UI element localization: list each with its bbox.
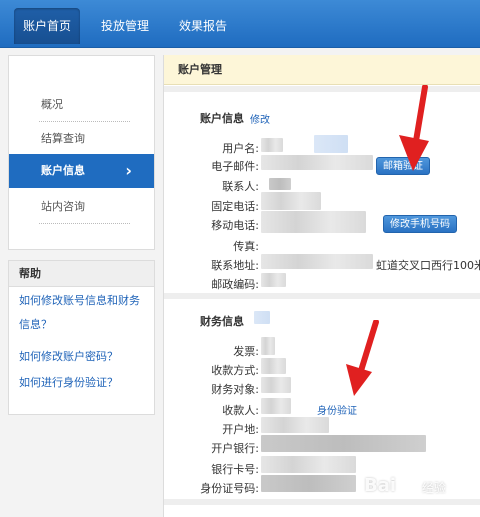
tab-performance-report[interactable]: 效果报告 bbox=[170, 8, 236, 44]
help-title: 帮助 bbox=[9, 261, 154, 287]
label-finance-target: 财务对象: bbox=[211, 383, 259, 396]
label-payee: 收款人: bbox=[222, 404, 259, 417]
baidu-watermark: Bai 经验 bbox=[358, 469, 478, 509]
tab-campaign-management[interactable]: 投放管理 bbox=[92, 8, 158, 44]
label-bank: 开户银行: bbox=[211, 442, 259, 455]
label-invoice: 发票: bbox=[233, 345, 259, 358]
help-link-identity-verify[interactable]: 如何进行身份验证？ bbox=[19, 371, 149, 395]
verify-identity-link[interactable]: 身份验证 bbox=[317, 402, 357, 417]
account-section-title: 账户信息 bbox=[200, 112, 244, 125]
red-arrow-annotation bbox=[399, 85, 429, 171]
blurred-value bbox=[261, 211, 366, 233]
blurred-value bbox=[261, 192, 321, 210]
label-fax: 传真: bbox=[233, 240, 259, 253]
blurred-value bbox=[261, 417, 329, 433]
sidebar-item-label: 结算查询 bbox=[41, 132, 85, 145]
blurred-value bbox=[261, 377, 291, 393]
label-landline: 固定电话: bbox=[211, 200, 259, 213]
label-mobile: 移动电话: bbox=[211, 219, 259, 232]
label-username: 用户名: bbox=[222, 142, 259, 155]
sidebar-item-site-inquiry[interactable]: 站内咨询 bbox=[9, 190, 154, 224]
sidebar-item-label: 站内咨询 bbox=[41, 200, 85, 213]
watermark-brand: Bai bbox=[364, 475, 397, 496]
blurred-value bbox=[261, 155, 373, 170]
blurred-value bbox=[261, 358, 286, 374]
blurred-value bbox=[261, 273, 286, 287]
help-link-edit-info[interactable]: 如何修改账号信息和财务信息？ bbox=[19, 289, 149, 337]
blurred-value bbox=[261, 337, 275, 355]
top-nav: 账户首页 投放管理 效果报告 bbox=[0, 0, 480, 48]
section-gap bbox=[164, 293, 480, 299]
blurred-value bbox=[261, 456, 356, 473]
label-id-number: 身份证号码: bbox=[200, 482, 259, 495]
address-value: 虹道交叉口西行100米 bbox=[376, 259, 480, 272]
page-title: 账户管理 bbox=[164, 55, 480, 85]
sidebar: 概况 结算查询 账户信息 › 站内咨询 bbox=[8, 55, 155, 250]
label-bank-location: 开户地: bbox=[222, 423, 259, 436]
blurred-value bbox=[261, 138, 283, 152]
blurred-value bbox=[269, 178, 291, 190]
blurred-value bbox=[254, 311, 270, 324]
label-payment-method: 收款方式: bbox=[211, 364, 259, 377]
sidebar-item-account-info[interactable]: 账户信息 › bbox=[9, 154, 154, 188]
sidebar-item-label: 账户信息 bbox=[41, 164, 85, 177]
finance-section-title: 财务信息 bbox=[200, 315, 244, 328]
sidebar-item-overview[interactable]: 概况 bbox=[9, 88, 154, 122]
watermark-suffix: 经验 bbox=[422, 481, 447, 495]
label-contact: 联系人: bbox=[222, 180, 259, 193]
label-card-number: 银行卡号: bbox=[211, 463, 259, 476]
blurred-value bbox=[261, 475, 356, 492]
sidebar-item-settlement[interactable]: 结算查询 bbox=[9, 122, 154, 156]
chevron-right-icon: › bbox=[125, 161, 132, 180]
red-arrow-annotation bbox=[346, 320, 379, 396]
blurred-value bbox=[261, 435, 426, 452]
label-email: 电子邮件: bbox=[211, 160, 259, 173]
tab-account-home[interactable]: 账户首页 bbox=[14, 8, 80, 44]
divider bbox=[39, 223, 130, 224]
help-panel: 帮助 如何修改账号信息和财务信息？ 如何修改账户密码？ 如何进行身份验证？ bbox=[8, 260, 155, 415]
blurred-value bbox=[261, 398, 291, 414]
label-address: 联系地址: bbox=[211, 259, 259, 272]
sidebar-item-label: 概况 bbox=[41, 98, 63, 111]
label-postcode: 邮政编码: bbox=[211, 278, 259, 291]
blurred-value bbox=[314, 135, 348, 153]
help-link-change-password[interactable]: 如何修改账户密码？ bbox=[19, 345, 149, 369]
blurred-value bbox=[261, 254, 373, 269]
edit-account-link[interactable]: 修改 bbox=[250, 111, 270, 126]
change-mobile-button[interactable]: 修改手机号码 bbox=[383, 215, 457, 233]
